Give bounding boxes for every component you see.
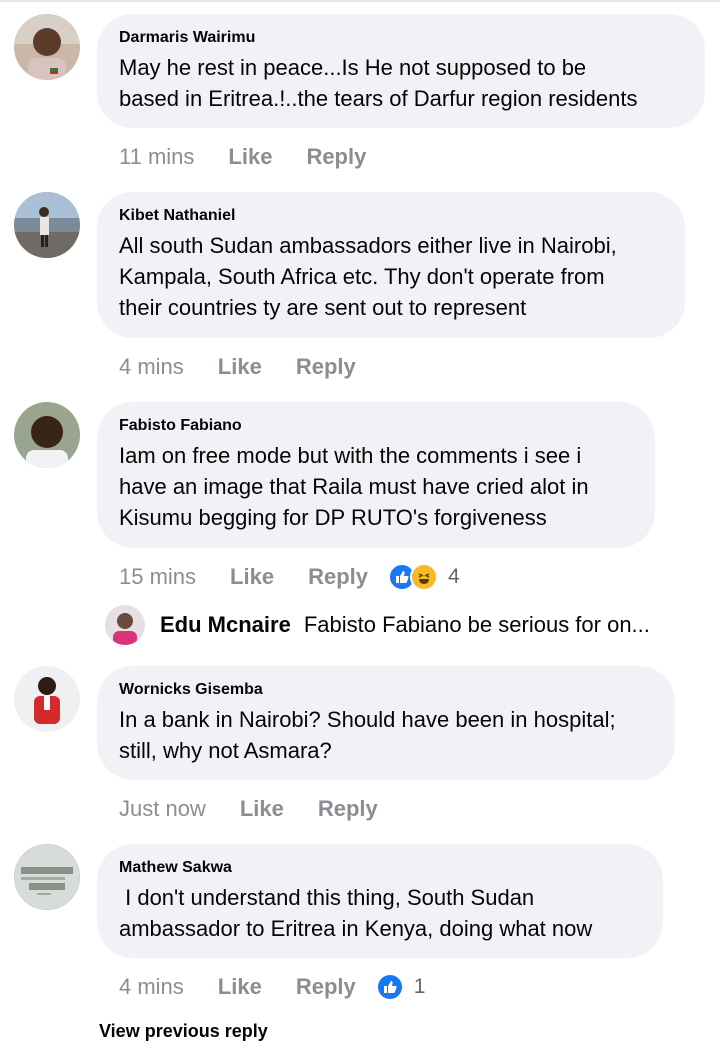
reaction-summary[interactable]: 1 bbox=[375, 973, 426, 1001]
comment-text-line: ambassador to Eritrea in Kenya, doing wh… bbox=[119, 916, 593, 941]
comment-actions: 4 mins Like Reply bbox=[119, 352, 356, 382]
top-divider bbox=[0, 0, 720, 2]
comment-author[interactable]: Fabisto Fabiano bbox=[119, 416, 633, 436]
comment-text: Iam on free mode but with the comments i… bbox=[119, 440, 633, 533]
comment-text-line: Kisumu begging for DP RUTO's forgiveness bbox=[119, 505, 547, 530]
comment-text: In a bank in Nairobi? Should have been i… bbox=[119, 704, 653, 766]
comment-actions: 11 mins Like Reply bbox=[119, 142, 366, 172]
comment-actions: 15 mins Like Reply 4 bbox=[119, 562, 460, 592]
view-previous-reply-link[interactable]: View previous reply bbox=[99, 1021, 268, 1042]
reply-button[interactable]: Reply bbox=[296, 354, 356, 380]
like-button[interactable]: Like bbox=[240, 796, 284, 822]
comment-bubble: Wornicks Gisemba In a bank in Nairobi? S… bbox=[97, 666, 675, 780]
avatar[interactable] bbox=[14, 192, 80, 258]
comment-text-line: Kampala, South Africa etc. Thy don't ope… bbox=[119, 264, 605, 289]
reaction-count: 4 bbox=[448, 565, 460, 588]
comment-text: All south Sudan ambassadors either live … bbox=[119, 230, 663, 323]
reaction-count: 1 bbox=[413, 975, 426, 998]
avatar[interactable] bbox=[14, 402, 80, 468]
comment-text-line: I don't understand this thing, South Sud… bbox=[119, 885, 535, 910]
like-button[interactable]: Like bbox=[218, 974, 262, 1000]
comment-bubble: Darmaris Wairimu May he rest in peace...… bbox=[97, 14, 705, 128]
comment-text-line: In a bank in Nairobi? Should have been i… bbox=[119, 707, 616, 732]
comment-text-line: All south Sudan ambassadors either live … bbox=[119, 233, 617, 258]
comment-actions: Just now Like Reply bbox=[119, 794, 378, 824]
reply-author[interactable]: Edu Mcnaire bbox=[160, 612, 291, 638]
comment-timestamp[interactable]: 11 mins bbox=[119, 144, 194, 170]
reply-button[interactable]: Reply bbox=[318, 796, 378, 822]
like-reaction-icon bbox=[375, 973, 404, 1001]
comment-timestamp[interactable]: 4 mins bbox=[119, 354, 184, 380]
comment-text-line: their countries ty are sent out to repre… bbox=[119, 295, 527, 320]
comment-text-line: May he rest in peace...Is He not suppose… bbox=[119, 55, 587, 80]
reply-preview[interactable]: Edu Mcnaire Fabisto Fabiano be serious f… bbox=[105, 604, 695, 646]
comment-timestamp[interactable]: Just now bbox=[119, 796, 206, 822]
comment-timestamp[interactable]: 15 mins bbox=[119, 564, 196, 590]
avatar[interactable] bbox=[14, 14, 80, 80]
comment-bubble: Mathew Sakwa I don't understand this thi… bbox=[97, 844, 663, 958]
like-button[interactable]: Like bbox=[218, 354, 262, 380]
reply-button[interactable]: Reply bbox=[306, 144, 366, 170]
comment-author[interactable]: Wornicks Gisemba bbox=[119, 680, 653, 700]
reaction-summary[interactable]: 4 bbox=[388, 563, 460, 591]
comment-text-line: have an image that Raila must have cried… bbox=[119, 474, 589, 499]
comment-text: I don't understand this thing, South Sud… bbox=[119, 882, 641, 944]
like-button[interactable]: Like bbox=[228, 144, 272, 170]
comment-bubble: Kibet Nathaniel All south Sudan ambassad… bbox=[97, 192, 685, 338]
comment-text-line: based in Eritrea.!..the tears of Darfur … bbox=[119, 86, 638, 111]
comment-author[interactable]: Mathew Sakwa bbox=[119, 858, 641, 878]
reply-text: Fabisto Fabiano be serious for on... bbox=[303, 612, 650, 637]
comment-text: May he rest in peace...Is He not suppose… bbox=[119, 52, 683, 114]
comment-author[interactable]: Darmaris Wairimu bbox=[119, 28, 683, 48]
comment-text-line: still, why not Asmara? bbox=[119, 738, 332, 763]
avatar[interactable] bbox=[105, 605, 145, 645]
avatar[interactable] bbox=[14, 666, 80, 732]
like-button[interactable]: Like bbox=[230, 564, 274, 590]
reply-button[interactable]: Reply bbox=[308, 564, 368, 590]
comment-text-line: Iam on free mode but with the comments i… bbox=[119, 443, 582, 468]
haha-reaction-icon bbox=[410, 563, 438, 591]
comment-author[interactable]: Kibet Nathaniel bbox=[119, 206, 663, 226]
comment-actions: 4 mins Like Reply 1 bbox=[119, 972, 425, 1002]
reply-button[interactable]: Reply bbox=[296, 974, 356, 1000]
comment-timestamp[interactable]: 4 mins bbox=[119, 974, 184, 1000]
comment-bubble: Fabisto Fabiano Iam on free mode but wit… bbox=[97, 402, 655, 548]
avatar[interactable] bbox=[14, 844, 80, 910]
